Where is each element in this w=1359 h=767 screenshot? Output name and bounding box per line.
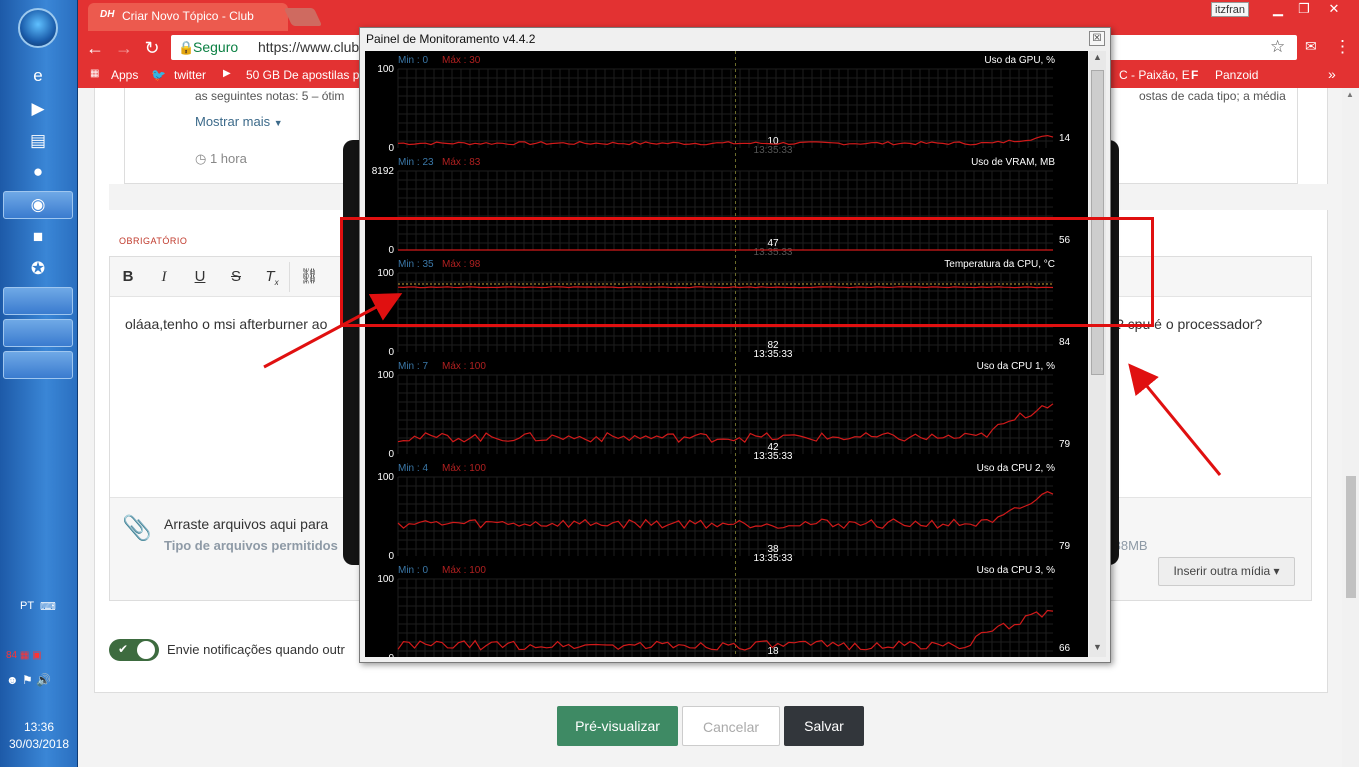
arrow-right — [1128, 363, 1222, 476]
annotation-arrows — [263, 293, 1222, 476]
arrow-left — [263, 293, 403, 369]
